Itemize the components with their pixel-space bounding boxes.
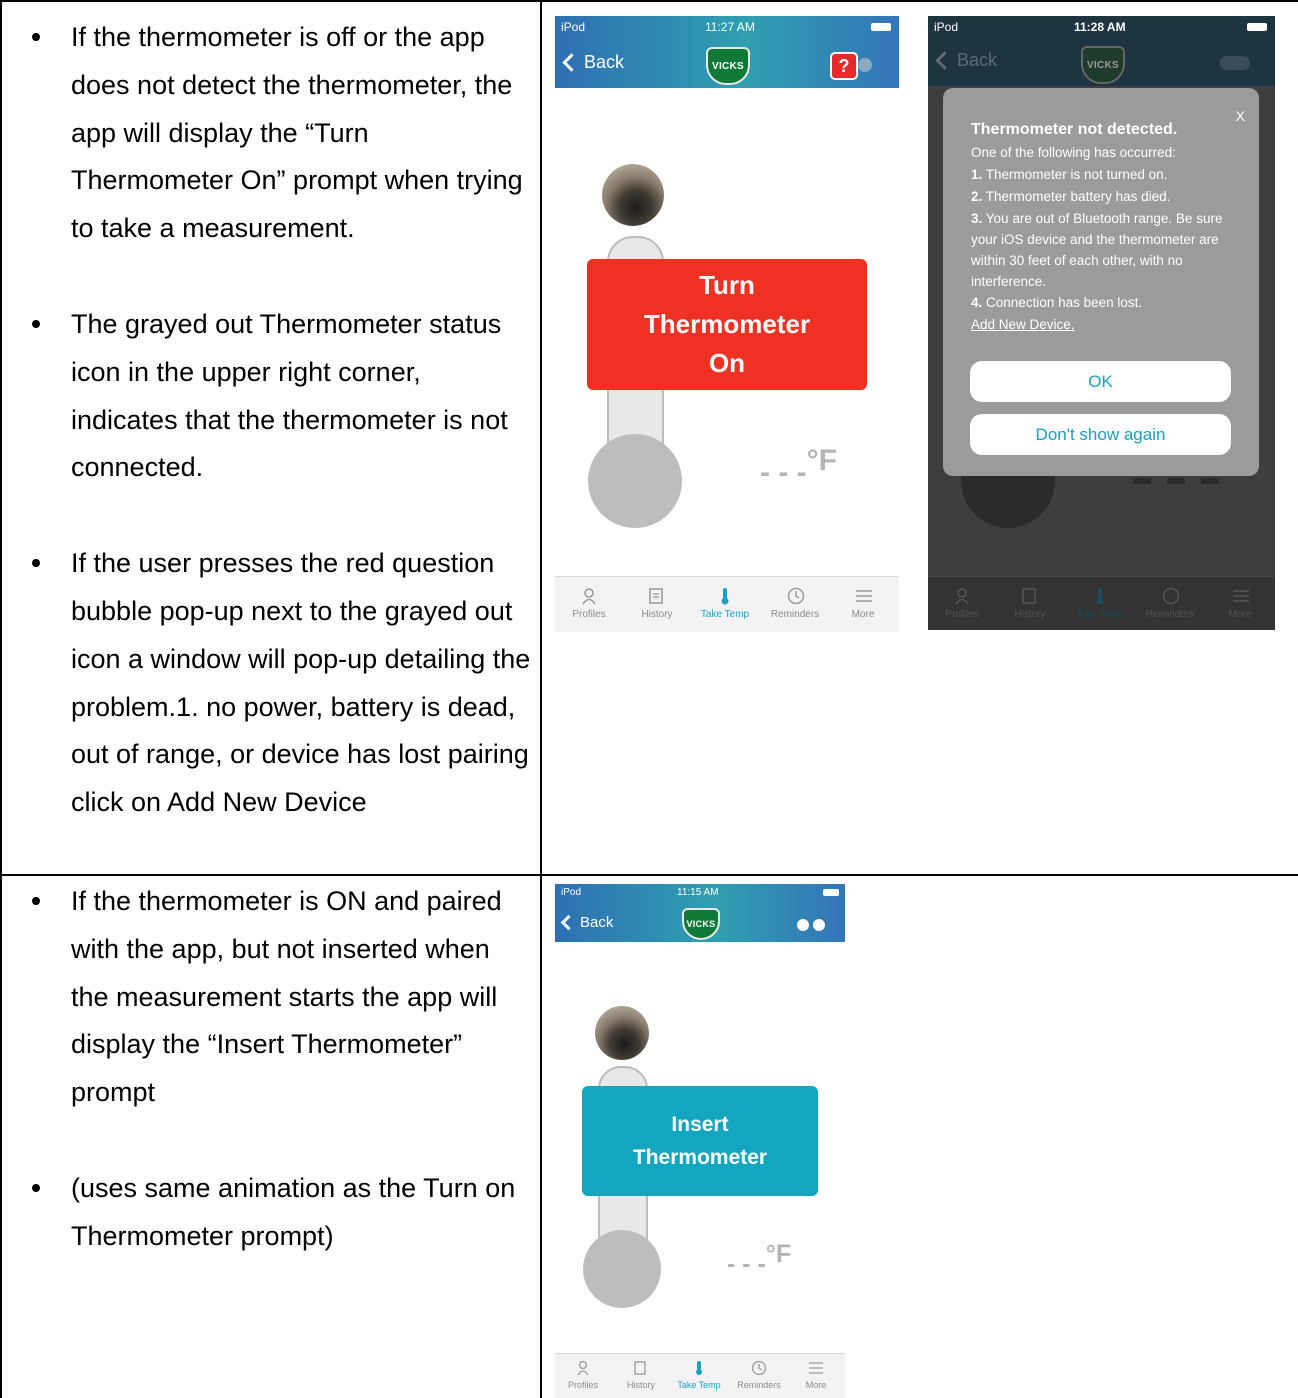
nav-bar: iPod 11:15 AM Back VICKS (555, 884, 845, 942)
dialog-title: Thermometer not detected. (971, 121, 1178, 138)
tab-profiles: Profiles (938, 587, 986, 620)
row1-bullet-2: The grayed out Thermometer status icon i… (32, 301, 532, 492)
status-time: 11:28 AM (1074, 20, 1126, 34)
help-question-button[interactable]: ? (830, 52, 858, 80)
back-button[interactable]: Back (560, 914, 613, 931)
vicks-logo: VICKS (1081, 46, 1125, 84)
tab-reminders[interactable]: Reminders (731, 1360, 787, 1390)
table-column-divider (540, 0, 542, 1398)
bullet-dot (32, 319, 40, 328)
back-button[interactable]: Back (562, 52, 624, 73)
tab-take-temp: Take Temp (1068, 587, 1132, 620)
thermometer-bulb (583, 1230, 661, 1308)
tab-bar-dimmed: Profiles History Take Temp Reminders Mor… (928, 576, 1275, 630)
menu-icon (855, 587, 872, 605)
tab-reminders[interactable]: Reminders (763, 587, 827, 620)
dialog-item-4: 4. Connection has been lost. (971, 295, 1143, 310)
row2-bullet-1: If the thermometer is ON and paired with… (32, 878, 522, 1117)
bullet-dot (32, 559, 40, 568)
dialog-item-2: 2. Thermometer battery has died. (971, 189, 1171, 204)
table-top-border (0, 0, 1298, 2)
tab-bar: Profiles History Take Temp Reminders Mor… (555, 1353, 845, 1398)
vicks-logo: VICKS (706, 47, 750, 85)
dont-show-again-button[interactable]: Don't show again (970, 414, 1231, 455)
dialog-intro: One of the following has occurred: (971, 145, 1176, 160)
row1-bullet-3: If the user presses the red question bub… (32, 540, 532, 827)
avatar (602, 164, 664, 226)
phone-screenshot-insert: iPod 11:15 AM Back VICKS Insert Thermome… (555, 884, 845, 1398)
table-left-border (0, 0, 2, 1398)
bluetooth-icon (797, 919, 809, 931)
bullet-dot (32, 33, 40, 41)
battery-icon (823, 889, 839, 896)
chevron-left-icon (562, 53, 581, 72)
tab-reminders: Reminders (1138, 587, 1202, 620)
chevron-left-icon (935, 51, 954, 70)
insert-thermometer-prompt: Insert Thermometer (582, 1086, 818, 1196)
status-time: 11:15 AM (677, 887, 719, 898)
turn-thermometer-on-prompt: Turn Thermometer On (587, 259, 867, 390)
bullet-dot (32, 1183, 40, 1192)
tab-history: History (1006, 587, 1054, 620)
background-dashes (1133, 478, 1223, 484)
tab-profiles[interactable]: Profiles (565, 587, 613, 620)
thermometer-status-icon (813, 919, 825, 931)
avatar (595, 1006, 649, 1060)
clock-icon (751, 1360, 767, 1376)
notepad-icon (633, 1360, 649, 1376)
bullet-dot (32, 897, 40, 905)
thermometer-icon (1092, 587, 1108, 605)
table-row-divider (0, 874, 1298, 876)
status-time: 11:27 AM (705, 20, 755, 34)
thermometer-not-detected-dialog: X Thermometer not detected. One of the f… (943, 88, 1259, 476)
notepad-icon (1022, 587, 1038, 605)
tab-profiles[interactable]: Profiles (561, 1360, 605, 1390)
row1-bullet-list: If the thermometer is off or the app doe… (32, 14, 532, 827)
back-button: Back (935, 50, 997, 71)
tab-history[interactable]: History (619, 1360, 663, 1390)
vicks-logo: VICKS (682, 908, 720, 940)
tab-take-temp[interactable]: Take Temp (695, 587, 755, 620)
status-carrier: iPod (561, 887, 582, 898)
thermometer-bulb (588, 434, 682, 528)
nav-bar: iPod 11:27 AM Back VICKS ? (555, 16, 899, 88)
thermometer-icon (691, 1360, 707, 1376)
ok-button[interactable]: OK (970, 361, 1231, 402)
row2-bullet-2: (uses same animation as the Turn on Ther… (32, 1165, 522, 1261)
thermometer-status-icon (858, 58, 872, 72)
thermometer-icon (717, 587, 733, 605)
clock-icon (787, 587, 805, 605)
menu-icon (1232, 587, 1249, 605)
menu-icon (808, 1360, 824, 1376)
chevron-left-icon (560, 914, 577, 931)
phone-screenshot-not-detected: iPod 11:28 AM Back VICKS X Thermometer n… (928, 16, 1275, 630)
thermometer-status-icon (1220, 56, 1250, 70)
temperature-readout: - - -°F (727, 1240, 792, 1278)
person-icon (581, 587, 597, 605)
tab-take-temp[interactable]: Take Temp (673, 1360, 725, 1390)
nav-bar-dimmed: iPod 11:28 AM Back VICKS (928, 16, 1275, 86)
dialog-item-1: 1. Thermometer is not turned on. (971, 167, 1168, 182)
dialog-item-3: 3. You are out of Bluetooth range. Be su… (971, 211, 1223, 289)
battery-icon (871, 23, 891, 31)
tab-more: More (1218, 587, 1262, 620)
clock-icon (1162, 587, 1180, 605)
tab-more[interactable]: More (841, 587, 885, 620)
row1-bullet-1: If the thermometer is off or the app doe… (32, 14, 532, 253)
status-carrier: iPod (934, 20, 959, 34)
person-icon (575, 1360, 591, 1376)
tab-history[interactable]: History (633, 587, 681, 620)
phone-screenshot-turn-on: iPod 11:27 AM Back VICKS ? Turn Thermome… (555, 16, 899, 632)
add-new-device-link[interactable]: Add New Device. (971, 314, 1249, 336)
temperature-readout: - - -°F (760, 444, 837, 489)
tab-more[interactable]: More (797, 1360, 835, 1390)
row2-bullet-list: If the thermometer is ON and paired with… (32, 878, 522, 1261)
person-icon (954, 587, 970, 605)
notepad-icon (649, 587, 665, 605)
battery-icon (1247, 23, 1267, 31)
tab-bar: Profiles History Take Temp Reminders Mor… (555, 576, 899, 632)
status-carrier: iPod (561, 20, 586, 34)
